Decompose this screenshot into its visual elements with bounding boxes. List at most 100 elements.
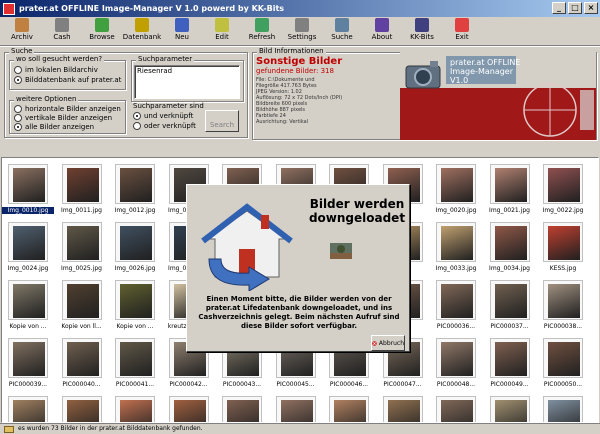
thumbnail[interactable] (489, 164, 530, 204)
toolbar-button-1[interactable]: Cash (42, 17, 82, 45)
thumbnail[interactable] (329, 396, 369, 422)
toolbar-button-2[interactable]: Browse (82, 17, 122, 45)
thumbnail[interactable] (115, 396, 155, 422)
thumbnail-caption[interactable]: PIC000037... (484, 323, 536, 330)
thumbnail-caption[interactable]: PIC000040... (56, 381, 108, 388)
thumbnail-image (548, 342, 580, 376)
toolbar-button-6[interactable]: Refresh (242, 17, 282, 45)
thumbnail-caption[interactable]: PIC000042... (163, 381, 215, 388)
thumbnail[interactable] (543, 222, 583, 262)
thumbnail[interactable] (436, 396, 476, 422)
thumbnail-image (494, 400, 527, 422)
thumbnail[interactable] (436, 222, 476, 262)
thumbnail[interactable] (168, 396, 209, 422)
maximize-button[interactable]: □ (568, 2, 582, 14)
toolbar-button-5[interactable]: Edit (202, 17, 242, 45)
thumbnail-caption[interactable]: PIC000043... (216, 381, 268, 388)
thumbnail-caption[interactable]: PIC000048... (430, 381, 482, 388)
thumbnail[interactable] (275, 396, 316, 422)
thumbnail[interactable] (115, 164, 155, 204)
thumbnail-caption[interactable]: Img_0024.jpg (2, 265, 54, 272)
status-text: es wurden 73 Bilder in der prater.at Bil… (18, 425, 203, 432)
search-button[interactable]: Search (205, 110, 239, 132)
thumbnail-caption[interactable]: Img_0012.jpg (109, 207, 161, 214)
thumbnail[interactable] (61, 338, 102, 378)
thumbnail[interactable] (489, 396, 530, 422)
thumbnail[interactable] (543, 280, 583, 320)
thumbnail[interactable] (222, 396, 262, 422)
radio-vertical[interactable]: vertikale Bilder anzeigen (14, 114, 112, 122)
thumbnail-image (441, 400, 473, 422)
toolbar-button-11[interactable]: Exit (442, 17, 482, 45)
thumbnail[interactable] (8, 396, 48, 422)
cancel-button[interactable]: Abbruch (371, 335, 405, 351)
thumbnail-caption[interactable]: Img_0033.jpg (430, 265, 482, 272)
toolbar-button-10[interactable]: KK-Bits (402, 17, 442, 45)
thumbnail-caption[interactable]: PIC000049... (484, 381, 536, 388)
thumbnail[interactable] (436, 338, 476, 378)
toolbar-button-8[interactable]: Suche (322, 17, 362, 45)
thumbnail-caption[interactable]: Kopie von ll... (56, 323, 108, 330)
thumbnail-caption[interactable]: Img_0020.jpg (430, 207, 482, 214)
thumbnail[interactable] (436, 280, 476, 320)
thumbnail-caption[interactable]: PIC000050... (537, 381, 589, 388)
thumbnail[interactable] (543, 396, 583, 422)
thumbnail-caption[interactable]: Img_0026.jpg (109, 265, 161, 272)
thumbnail[interactable] (8, 222, 48, 262)
toolbar-button-4[interactable]: Neu (162, 17, 202, 45)
thumbnail[interactable] (115, 338, 155, 378)
thumbnail-image (494, 342, 527, 376)
thumbnail[interactable] (489, 338, 530, 378)
thumbnail[interactable] (436, 164, 476, 204)
thumbnail-caption[interactable]: Img_0011.jpg (56, 207, 108, 214)
thumbnail-image (13, 226, 45, 260)
thumbnail[interactable] (61, 396, 102, 422)
radio-prater-database[interactable]: Bilddatenbank auf prater.at (14, 76, 121, 84)
minimize-button[interactable]: _ (552, 2, 566, 14)
thumbnail-caption[interactable]: PIC000047... (377, 381, 429, 388)
thumbnail-caption[interactable]: PIC000045... (270, 381, 322, 388)
radio-dot (14, 76, 22, 84)
thumbnail-caption[interactable]: Img_0022.jpg (537, 207, 589, 214)
thumbnail[interactable] (61, 222, 102, 262)
thumbnail-caption[interactable]: Img_0010.jpg (2, 207, 54, 214)
radio-horizontal[interactable]: horizontale Bilder anzeigen (14, 105, 121, 113)
thumbnail-caption[interactable]: Img_0021.jpg (484, 207, 536, 214)
thumbnail[interactable] (115, 280, 155, 320)
radio-or[interactable]: oder verknüpft (133, 122, 196, 130)
thumbnail[interactable] (543, 164, 583, 204)
thumbnail[interactable] (61, 164, 102, 204)
house-download-icon (201, 203, 293, 291)
thumbnail-caption[interactable]: Img_0034.jpg (484, 265, 536, 272)
close-button[interactable]: × (584, 2, 598, 14)
thumbnail-caption[interactable]: PIC000046... (323, 381, 375, 388)
toolbar-button-7[interactable]: Settings (282, 17, 322, 45)
thumbnail[interactable] (61, 280, 102, 320)
toolbar-button-0[interactable]: Archiv (2, 17, 42, 45)
window-title: prater.at OFFLINE Image-Manager V 1.0 po… (19, 4, 285, 13)
thumbnail[interactable] (382, 396, 423, 422)
toolbar-button-9[interactable]: About (362, 17, 402, 45)
thumbnail[interactable] (543, 338, 583, 378)
thumbnail-caption[interactable]: Kopie von ... (2, 323, 54, 330)
radio-all[interactable]: alle Bilder anzeigen (14, 123, 94, 131)
thumbnail-caption[interactable]: PIC000041... (109, 381, 161, 388)
thumbnail[interactable] (489, 280, 530, 320)
thumbnail-caption[interactable]: PIC000036... (430, 323, 482, 330)
toolbar-button-3[interactable]: Datenbank (122, 17, 162, 45)
thumbnail[interactable] (8, 280, 48, 320)
thumbnail[interactable] (8, 338, 48, 378)
thumbnail[interactable] (8, 164, 48, 204)
thumbnail-caption[interactable]: PIC000038... (537, 323, 589, 330)
radio-and[interactable]: und verknüpft (133, 112, 193, 120)
cash-icon (55, 18, 69, 32)
thumbnail-caption[interactable]: PIC000039... (2, 381, 54, 388)
thumbnail-caption[interactable]: KESS.jpg (537, 265, 589, 272)
thumbnail[interactable] (489, 222, 530, 262)
thumbnail[interactable] (115, 222, 155, 262)
thumbnail-caption[interactable]: Kopie von ... (109, 323, 161, 330)
radio-local-archive[interactable]: im lokalen Bildarchiv (14, 66, 98, 74)
search-params-input[interactable]: Riesenrad (134, 65, 240, 99)
thumbnail-caption[interactable]: Img_0025.jpg (56, 265, 108, 272)
toolbar-button-label: Neu (175, 33, 189, 41)
